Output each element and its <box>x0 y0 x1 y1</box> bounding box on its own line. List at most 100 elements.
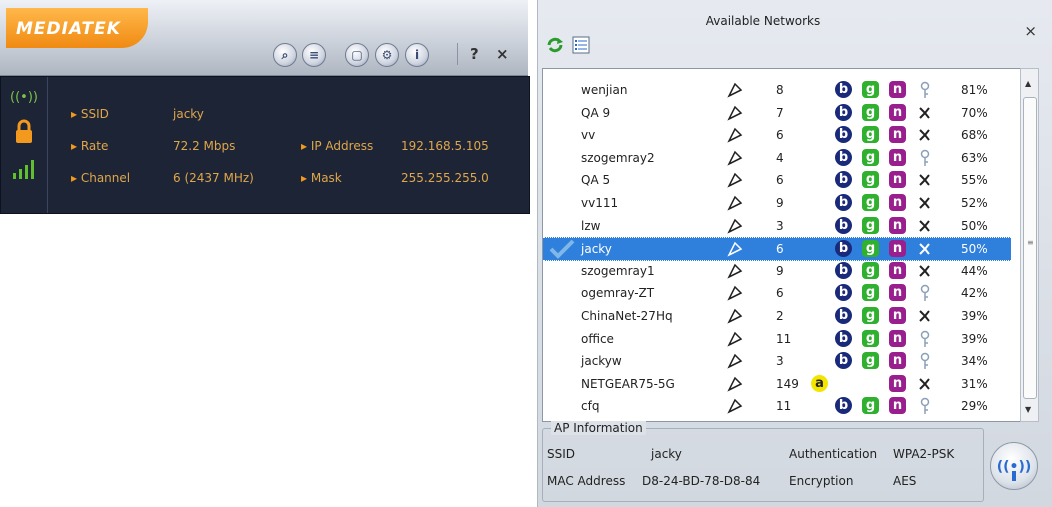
key-icon <box>916 352 934 370</box>
infrastructure-mode-icon <box>726 217 744 235</box>
network-signal: 81% <box>961 83 988 97</box>
key-icon <box>916 149 934 167</box>
search-icon[interactable]: ⌕ <box>273 43 297 67</box>
network-row[interactable]: office 11 b g n 39% <box>543 328 1011 350</box>
network-row[interactable]: ogemray-ZT 6 b g n 42% <box>543 282 1011 304</box>
network-channel: 6 <box>776 242 784 257</box>
band-n-icon: n <box>889 240 906 258</box>
profile-icon[interactable]: ▢ <box>345 43 369 67</box>
ap-information-group: AP Information SSID jacky Authentication… <box>542 421 984 502</box>
band-n-icon: n <box>889 352 906 370</box>
network-signal: 44% <box>961 263 988 278</box>
band-g-icon: g <box>862 261 879 279</box>
network-row[interactable]: jacky 6 b g n 50% <box>543 237 1011 262</box>
network-signal: 52% <box>961 196 988 210</box>
info-icon[interactable]: i <box>405 43 429 67</box>
infrastructure-mode-icon <box>726 104 744 122</box>
wps-icon <box>916 104 934 122</box>
infrastructure-mode-icon <box>726 171 744 189</box>
network-row[interactable]: ChinaNet-27Hq 2 b g n 39% <box>543 305 1011 327</box>
wps-icon <box>916 126 934 144</box>
connected-check-icon <box>549 239 575 260</box>
band-b-icon: b <box>835 329 852 347</box>
network-channel: 3 <box>776 354 784 369</box>
band-b-icon: b <box>835 284 852 302</box>
network-row[interactable]: jackyw 3 b g n 34% <box>543 350 1011 372</box>
key-icon <box>916 330 934 348</box>
network-channel: 4 <box>776 150 784 165</box>
network-row[interactable]: szogemray2 4 b g n 63% <box>543 147 1011 169</box>
band-n-icon: n <box>889 374 906 392</box>
band-n-icon: n <box>889 284 906 302</box>
network-row[interactable]: szogemray1 9 b g n 44% <box>543 260 1011 282</box>
infrastructure-mode-icon <box>726 397 744 415</box>
band-b-icon: b <box>835 216 852 234</box>
band-g-icon: g <box>862 284 879 302</box>
ap-enc-value: AES <box>893 474 917 488</box>
details-view-icon[interactable] <box>570 34 592 56</box>
mediatek-logo: MEDIATEK <box>6 8 148 48</box>
list-icon[interactable]: ≡ <box>302 43 326 67</box>
network-row[interactable]: QA 5 6 b g n 55% <box>543 169 1011 191</box>
mask-value: 255.255.255.0 <box>401 171 489 185</box>
refresh-icon[interactable] <box>544 34 566 56</box>
band-n-icon: n <box>889 81 906 98</box>
network-row[interactable]: QA 9 7 b g n 70% <box>543 102 1011 124</box>
status-icons: ((•)) <box>7 85 41 205</box>
key-icon <box>916 81 934 99</box>
network-signal: 31% <box>961 376 988 391</box>
channel-label: Channel <box>71 171 130 185</box>
network-ssid: QA 9 <box>581 105 611 120</box>
band-n-icon: n <box>889 329 906 347</box>
infrastructure-mode-icon <box>726 352 744 370</box>
band-b-icon: b <box>835 81 852 98</box>
connect-button[interactable]: ((•)) <box>990 442 1038 490</box>
ssid-value: jacky <box>173 107 204 121</box>
band-b-icon: b <box>835 261 852 279</box>
ip-value: 192.168.5.105 <box>401 139 489 153</box>
network-channel: 8 <box>776 83 784 97</box>
wps-icon <box>916 240 934 258</box>
signal-bars-icon <box>13 160 34 179</box>
scroll-thumb[interactable]: ≡ <box>1023 97 1037 399</box>
network-row[interactable]: NETGEAR75-5G 149 a n 31% <box>543 373 1011 395</box>
ssid-label: SSID <box>71 107 109 121</box>
network-channel: 6 <box>776 128 784 143</box>
network-list[interactable]: wenjian 8 b g n 81% QA 9 7 b g n 70% vv 6 b g n 68% szogem… <box>542 68 1021 422</box>
rate-label: Rate <box>71 139 109 153</box>
key-icon <box>916 397 934 415</box>
key-icon <box>916 284 934 302</box>
ap-enc-label: Encryption <box>789 474 854 488</box>
network-ssid: ogemray-ZT <box>581 286 655 301</box>
band-g-icon: g <box>862 103 879 121</box>
network-row[interactable]: lzw 3 b g n 50% <box>543 215 1011 237</box>
network-ssid: jacky <box>581 242 612 257</box>
band-n-icon: n <box>889 194 906 211</box>
band-b-icon: b <box>835 352 852 370</box>
band-b-icon: b <box>835 103 852 121</box>
scroll-down-icon[interactable]: ▼ <box>1025 405 1031 414</box>
wps-icon <box>916 171 934 189</box>
help-button[interactable]: ? <box>470 45 479 63</box>
ap-mac-value: D8-24-BD-78-D8-84 <box>642 474 761 488</box>
scrollbar[interactable]: ▲ ≡ ▼ <box>1020 68 1039 422</box>
wps-icon <box>916 262 934 280</box>
band-b-icon: b <box>835 171 852 189</box>
network-row[interactable]: vv111 9 b g n 52% <box>543 192 1011 214</box>
band-b-icon: b <box>835 194 852 211</box>
network-channel: 7 <box>776 105 784 120</box>
mediatek-window: MEDIATEK ⌕ ≡ ▢ ⚙ i ? × ((•)) SSID <box>0 0 530 214</box>
network-ssid: lzw <box>581 218 601 233</box>
network-row[interactable]: cfq 11 b g n 29% <box>543 395 1011 417</box>
settings-icon[interactable]: ⚙ <box>375 43 399 67</box>
infrastructure-mode-icon <box>726 126 744 144</box>
network-row[interactable]: wenjian 8 b g n 81% <box>543 79 1011 101</box>
infrastructure-mode-icon <box>726 194 744 212</box>
close-button[interactable]: × <box>496 45 509 63</box>
network-channel: 9 <box>776 263 784 278</box>
network-row[interactable]: vv 6 b g n 68% <box>543 124 1011 146</box>
scroll-up-icon[interactable]: ▲ <box>1025 79 1031 88</box>
ap-ssid-label: SSID <box>547 447 576 461</box>
network-signal: 34% <box>961 354 988 369</box>
close-button[interactable]: × <box>1024 22 1037 40</box>
